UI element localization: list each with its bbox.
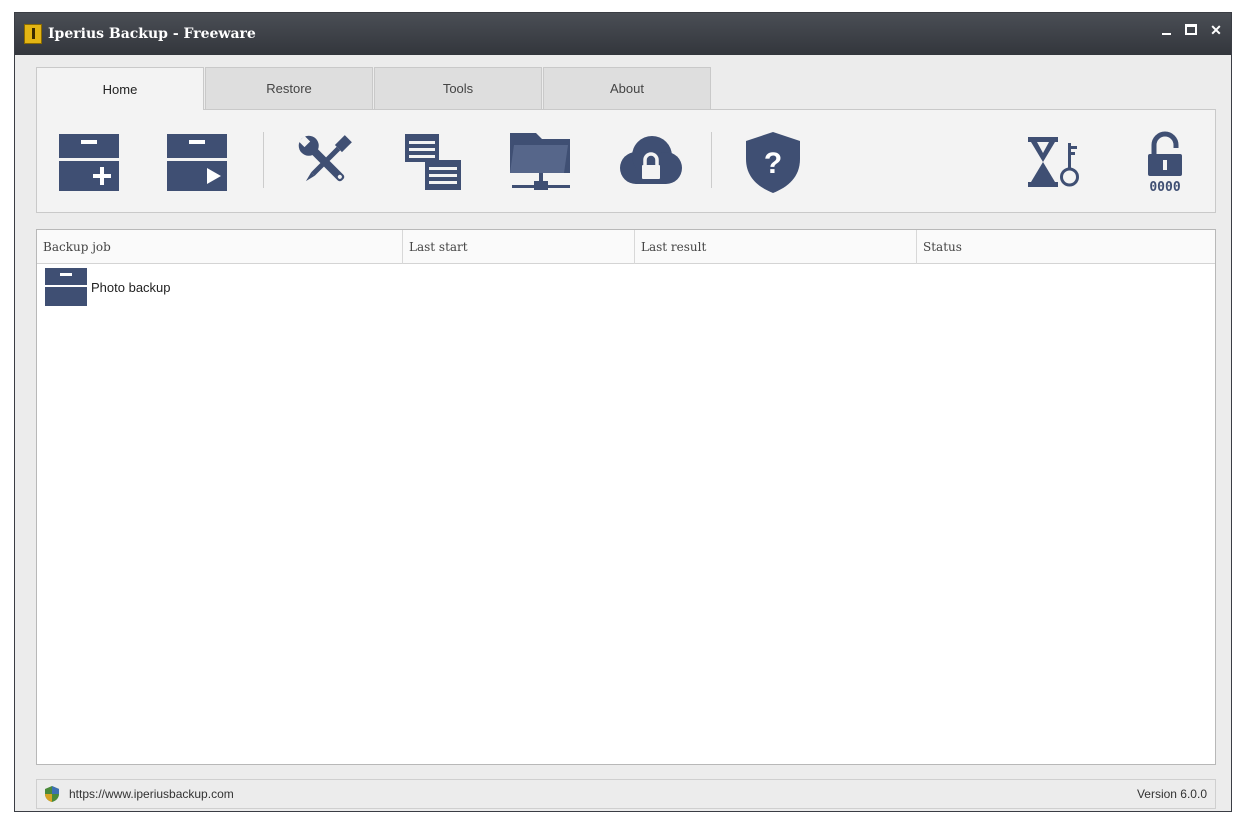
close-button[interactable]: ✕	[1209, 23, 1223, 37]
column-last-start[interactable]: Last start	[403, 230, 635, 264]
new-backup-button[interactable]	[49, 126, 129, 198]
backup-job-icon	[45, 268, 87, 306]
unlock-code-icon: 0000	[1148, 131, 1182, 195]
help-button[interactable]: ?	[733, 126, 813, 198]
column-status[interactable]: Status	[917, 230, 1215, 264]
scheduler-key-icon	[1028, 137, 1079, 187]
cloud-lock-icon	[620, 136, 682, 184]
minimize-button[interactable]	[1159, 23, 1173, 37]
settings-tools-icon	[298, 135, 352, 182]
window-controls: ✕	[1159, 23, 1223, 37]
cloud-backup-button[interactable]	[609, 126, 689, 198]
toolbar-ribbon: ? 0000	[36, 109, 1216, 213]
tab-tools[interactable]: Tools	[374, 67, 542, 109]
help-question-mark: ?	[764, 147, 782, 180]
toolbar-separator	[263, 132, 264, 188]
new-backup-icon	[59, 134, 119, 191]
title-bar[interactable]: Iperius Backup - Freeware ✕	[15, 13, 1231, 55]
list-header: Backup job Last start Last result Status	[37, 230, 1215, 264]
version-label: Version 6.0.0	[1136, 787, 1207, 801]
app-logo-icon	[24, 24, 42, 44]
app-window: Iperius Backup - Freeware ✕ Home Restore…	[14, 12, 1232, 812]
tab-home[interactable]: Home	[36, 67, 204, 110]
table-row[interactable]: Photo backup	[37, 264, 1215, 310]
column-backup-job[interactable]: Backup job	[37, 230, 403, 264]
job-list-button[interactable]	[393, 126, 473, 198]
backup-job-name: Photo backup	[91, 279, 171, 295]
settings-tools-button[interactable]	[285, 126, 365, 198]
tab-strip: Home Restore Tools About	[36, 67, 712, 110]
run-backup-icon	[167, 134, 227, 191]
backup-job-list[interactable]: Backup job Last start Last result Status…	[36, 229, 1216, 765]
scheduler-button[interactable]	[1015, 126, 1095, 198]
toolbar-separator	[711, 132, 712, 188]
run-backup-button[interactable]	[157, 126, 237, 198]
maximize-button[interactable]	[1185, 24, 1197, 35]
unlock-button[interactable]: 0000	[1125, 126, 1205, 198]
website-link[interactable]: https://www.iperiusbackup.com	[69, 787, 234, 801]
unlock-code-text: 0000	[1149, 180, 1180, 195]
column-last-result[interactable]: Last result	[635, 230, 917, 264]
status-bar: https://www.iperiusbackup.com Version 6.…	[36, 779, 1216, 809]
help-shield-icon: ?	[746, 132, 800, 193]
tab-about[interactable]: About	[543, 67, 711, 109]
globe-shield-icon	[45, 786, 59, 802]
network-folder-icon	[510, 133, 570, 190]
tab-restore[interactable]: Restore	[205, 67, 373, 109]
network-folder-button[interactable]	[501, 126, 581, 198]
window-title: Iperius Backup - Freeware	[48, 26, 256, 42]
list-icon	[405, 134, 461, 190]
